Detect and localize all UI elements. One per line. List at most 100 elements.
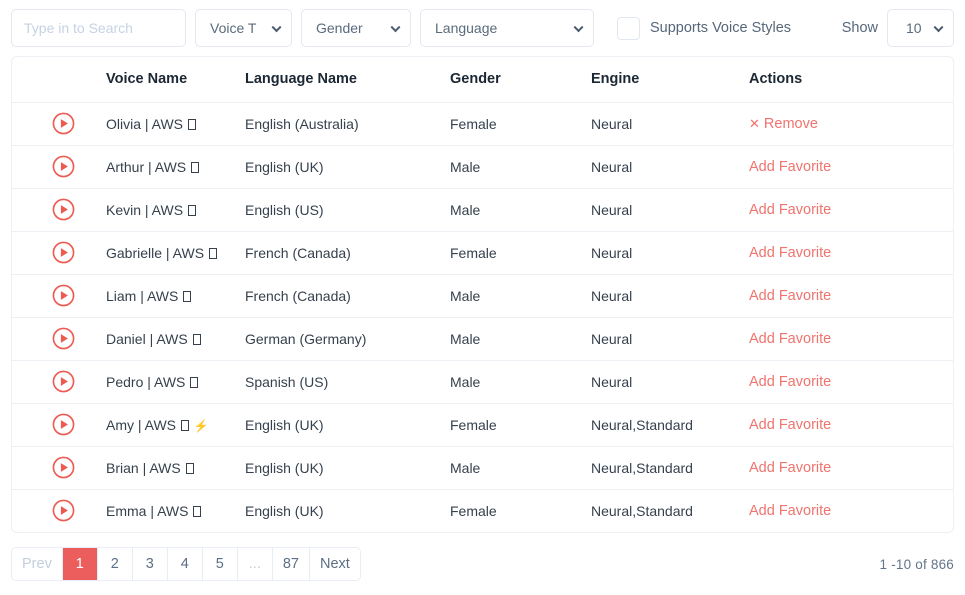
add-favorite-button[interactable]: Add Favorite (749, 331, 831, 347)
pagination-page-4[interactable]: 4 (167, 548, 203, 580)
language-name-cell: German (Germany) (244, 317, 447, 361)
column-header-actions: Actions (745, 57, 953, 103)
table-row: Pedro | AWS Spanish (US) Male Neural Add Fa… (12, 360, 953, 404)
engine-cell: Neural (589, 145, 745, 189)
missing-glyph-icon (191, 161, 200, 173)
column-header-gender: Gender (447, 57, 589, 103)
filter-toolbar: Voice T Gender Language Supports Voice S… (0, 0, 965, 56)
play-cell (12, 274, 102, 318)
add-favorite-button[interactable]: Add Favorite (749, 288, 831, 304)
voices-table: Voice Name Language Name Gender Engine A… (12, 57, 953, 532)
actions-cell: Add Favorite (745, 446, 953, 490)
chevron-down-icon (933, 22, 944, 33)
show-count-select[interactable]: 10 (887, 9, 954, 47)
language-name-cell: French (Canada) (244, 274, 447, 318)
language-name-cell: English (UK) (245, 502, 324, 519)
supports-voice-styles-checkbox-group[interactable]: Supports Voice Styles (617, 16, 792, 40)
gender-cell: Male (447, 446, 589, 490)
language-select[interactable]: Language (420, 9, 594, 47)
language-name-cell: English (UK) (244, 403, 447, 447)
missing-glyph-icon (183, 290, 192, 302)
pagination-prev-button: Prev (12, 548, 63, 580)
actions-cell: Add Favorite (745, 145, 953, 189)
actions-cell: Add Favorite (745, 489, 953, 532)
voice-name-cell: Arthur | AWS (102, 145, 244, 189)
play-icon[interactable] (52, 499, 75, 522)
missing-glyph-icon (180, 419, 189, 431)
pagination-page-1[interactable]: 1 (62, 548, 98, 580)
language-name-cell: English (Australia) (244, 102, 447, 146)
play-icon[interactable] (52, 198, 75, 221)
pagination-page-5[interactable]: 5 (202, 548, 238, 580)
gender-cell: Female (447, 102, 589, 146)
gender-cell: Male (447, 360, 589, 404)
pagination-next-button[interactable]: Next (309, 548, 360, 580)
pagination-page-3[interactable]: 3 (132, 548, 168, 580)
add-favorite-button[interactable]: Add Favorite (749, 460, 831, 476)
column-header-voice-name: Voice Name (102, 57, 244, 103)
add-favorite-button[interactable]: Add Favorite (749, 245, 831, 261)
search-input[interactable] (11, 9, 186, 47)
add-favorite-button[interactable]: Add Favorite (749, 417, 831, 433)
missing-glyph-icon (190, 376, 199, 388)
language-name-cell: English (US) (244, 188, 447, 232)
close-icon: ✕ (749, 116, 760, 131)
gender-cell: Female (450, 502, 497, 519)
gender-cell: Female (447, 231, 589, 275)
table-row: Kevin | AWS English (US) Male Neural Add Fa… (12, 188, 953, 232)
voice-type-select-label: Voice T (210, 20, 257, 36)
play-cell (12, 317, 102, 361)
play-cell (12, 188, 102, 232)
engine-cell: Neural,Standard (589, 403, 745, 447)
actions-cell: Add Favorite (745, 231, 953, 275)
play-icon[interactable] (52, 456, 75, 479)
engine-cell: Neural (589, 274, 745, 318)
voice-name-cell: Kevin | AWS (102, 188, 244, 232)
chevron-down-icon (390, 22, 401, 33)
voices-table-body: Olivia | AWS English (Australia) Female Ne… (12, 102, 953, 532)
voice-type-select[interactable]: Voice T (195, 9, 292, 47)
play-icon[interactable] (52, 112, 75, 135)
pagination-page-2[interactable]: 2 (97, 548, 133, 580)
gender-select[interactable]: Gender (301, 9, 411, 47)
missing-glyph-icon (185, 462, 194, 474)
play-icon[interactable] (52, 284, 75, 307)
gender-cell: Male (447, 188, 589, 232)
play-cell (12, 360, 102, 404)
add-favorite-button[interactable]: Add Favorite (749, 374, 831, 390)
voices-table-head: Voice Name Language Name Gender Engine A… (12, 57, 953, 103)
play-icon[interactable] (52, 155, 75, 178)
table-row: Arthur | AWS English (UK) Male Neural Add F… (12, 145, 953, 189)
voice-name-cell: Olivia | AWS (102, 102, 244, 146)
actions-cell: Add Favorite (745, 188, 953, 232)
pagination-page-87[interactable]: 87 (272, 548, 310, 580)
supports-voice-styles-label: Supports Voice Styles (650, 20, 792, 36)
voice-name-cell: Gabrielle | AWS (102, 231, 244, 275)
play-icon[interactable] (52, 413, 75, 436)
table-row: Brian | AWS English (UK) Male Neural,Stand… (12, 446, 953, 490)
missing-glyph-icon (187, 118, 196, 130)
missing-glyph-icon (193, 505, 202, 517)
table-footer: Prev 1 2 3 4 5... 87 Next 1 -10 of 866 (0, 533, 965, 595)
voices-table-card: Voice Name Language Name Gender Engine A… (11, 56, 954, 533)
engine-cell: Neural,Standard (589, 446, 745, 490)
play-icon[interactable] (52, 370, 75, 393)
add-favorite-button[interactable]: Add Favorite (749, 159, 831, 175)
voice-name-cell: Emma | AWS (102, 489, 244, 532)
gender-cell: Female (447, 403, 589, 447)
add-favorite-button[interactable]: Add Favorite (749, 202, 831, 218)
language-name-cell: Spanish (US) (244, 360, 447, 404)
lightning-bolt-icon: ⚡ (193, 418, 209, 433)
voice-name-cell: Pedro | AWS (102, 360, 244, 404)
play-cell (12, 446, 102, 490)
actions-cell: Add Favorite (745, 403, 953, 447)
add-favorite-button[interactable]: Add Favorite (749, 503, 831, 519)
remove-favorite-button[interactable]: ✕ Remove (749, 116, 818, 132)
language-name-cell: French (Canada) (244, 231, 447, 275)
supports-voice-styles-checkbox[interactable] (617, 16, 640, 40)
column-header-engine: Engine (589, 57, 745, 103)
play-icon[interactable] (52, 327, 75, 350)
gender-cell: Male (447, 317, 589, 361)
play-icon[interactable] (52, 241, 75, 264)
missing-glyph-icon (208, 247, 217, 259)
